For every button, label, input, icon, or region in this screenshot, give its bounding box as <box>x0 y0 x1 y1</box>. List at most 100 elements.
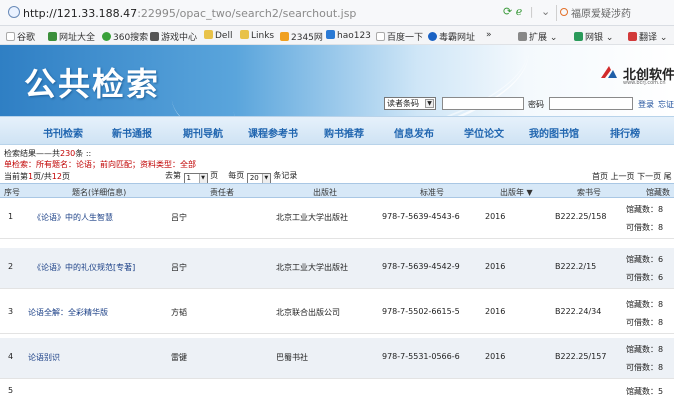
bookmark-games[interactable]: 游戏中心 <box>150 30 197 43</box>
nav-announcements[interactable]: 信息发布 <box>394 125 434 140</box>
site-banner: 公共检索 北创软件 www.bcrj.com.cn 读者条码 ▼ 密码 登录 忘证 <box>0 45 674 116</box>
summary-suffix: 条 :: <box>75 149 92 158</box>
bookmark-360[interactable]: 360搜索 <box>102 30 148 43</box>
bookmark-dell[interactable]: Dell <box>204 30 232 41</box>
nav-journals[interactable]: 期刊导航 <box>183 125 223 140</box>
row-avail: 可借数：6 <box>626 273 664 282</box>
login-type-value: 读者条码 <box>387 99 419 108</box>
refresh-icon[interactable]: ⟳ <box>503 5 512 18</box>
chevron-down-icon: ▼ <box>198 174 207 183</box>
book-title-link[interactable]: 《论语》中的人生智慧 <box>33 212 113 223</box>
tools-divider: | <box>529 5 534 18</box>
bookmark-site-nav[interactable]: 网址大全 <box>48 30 95 43</box>
password-input[interactable] <box>549 97 633 110</box>
col-year[interactable]: 出版年 ▼ <box>500 187 533 198</box>
nav-new-books[interactable]: 新书通报 <box>112 125 152 140</box>
row-no: 5 <box>8 386 14 395</box>
bookmark-label: 360搜索 <box>113 33 149 43</box>
page-icon <box>6 32 15 41</box>
login-link[interactable]: 登录 <box>638 99 654 110</box>
per-page-label: 每页 <box>228 171 245 180</box>
search-engine-icon <box>560 8 568 16</box>
col-author[interactable]: 责任者 <box>210 187 234 198</box>
result-summary: 检索结果——共230条 :: <box>4 148 91 159</box>
row-publisher: 北京工业大学出版社 <box>276 213 348 222</box>
bookmark-baidu[interactable]: 百度一下 <box>376 30 423 43</box>
page-prefix: 当前第 <box>4 172 28 181</box>
bookmark-label: 扩展 <box>529 33 548 43</box>
more-bookmarks-button[interactable]: » <box>486 30 492 40</box>
login-type-select[interactable]: 读者条码 ▼ <box>384 97 436 110</box>
bookmark-label: 网银 <box>585 33 604 43</box>
col-no: 序号 <box>4 188 20 197</box>
page-status: 当前第1页/共12页 <box>4 171 70 182</box>
col-isbn[interactable]: 标准号 <box>420 187 444 198</box>
gamepad-icon <box>150 32 159 41</box>
row-held: 馆藏数：8 <box>626 300 664 309</box>
col-publisher[interactable]: 出版社 <box>313 187 337 198</box>
forgot-link[interactable]: 忘证 <box>658 99 674 110</box>
row-publisher: 北京工业大学出版社 <box>276 263 348 272</box>
result-total: 230 <box>60 149 76 158</box>
translate-icon <box>628 32 637 41</box>
row-isbn: 978-7-5502-6615-5 <box>382 307 460 316</box>
extensions-button[interactable]: 扩展 ⌄ <box>518 30 557 43</box>
url-path: :22995/opac_two/search2/searchout.jsp <box>137 7 357 20</box>
col-title[interactable]: 题名(详细信息) <box>72 187 126 198</box>
row-year: 2016 <box>485 212 506 221</box>
browser-search-box[interactable]: 福原爱疑涉药 <box>556 5 674 21</box>
goto-page-value: 1 <box>186 174 192 182</box>
pager-links[interactable]: 首页 上一页 下一页 尾 <box>592 171 672 182</box>
compat-icon[interactable]: ℯ <box>516 5 523 18</box>
nav-book-search[interactable]: 书刊检索 <box>43 125 83 140</box>
goto-label: 去第 <box>165 171 181 180</box>
password-label: 密码 <box>528 100 544 109</box>
nav-my-library[interactable]: 我的图书馆 <box>529 125 579 140</box>
reader-barcode-input[interactable] <box>442 97 524 110</box>
chevron-down-icon: ▼ <box>425 99 434 108</box>
table-row: 4 论语别识 雷键 巴蜀书社 978-7-5531-0566-6 2016 B2… <box>0 338 674 379</box>
table-row: 2 《论语》中的礼仪规范[专著] 吕宁 北京工业大学出版社 978-7-5639… <box>0 248 674 289</box>
bookmark-links[interactable]: Links <box>240 30 274 41</box>
book-title-link[interactable]: 论语全解：全彩精华版 <box>28 307 108 318</box>
dropdown-chevron-icon[interactable]: ⌄ <box>541 5 550 18</box>
browser-search-text: 福原爱疑涉药 <box>571 9 631 20</box>
bookmark-duba[interactable]: 毒霸网址 <box>428 30 475 43</box>
bookmark-label: 2345网 <box>291 33 323 43</box>
row-year: 2016 <box>485 307 506 316</box>
col-holdings: 馆藏数 <box>646 188 670 197</box>
hao123-icon <box>326 30 335 39</box>
book-title-link[interactable]: 论语别识 <box>28 352 60 363</box>
table-row: 3 论语全解：全彩精华版 方韬 北京联合出版公司 978-7-5502-6615… <box>0 293 674 334</box>
nav-course-books[interactable]: 课程参考书 <box>248 125 298 140</box>
url-host: http://121.33.188.47 <box>23 7 138 20</box>
site-info-icon[interactable] <box>8 6 20 18</box>
bookmark-google[interactable]: 谷歌 <box>6 30 35 43</box>
bookmark-2345[interactable]: 2345网 <box>280 30 323 43</box>
netbank-button[interactable]: 网银 ⌄ <box>574 30 613 43</box>
results-table-header: 序号 题名(详细信息) 责任者 出版社 标准号 出版年 ▼ 索书号 馆藏数 <box>0 183 674 198</box>
per-page-suffix: 条记录 <box>273 171 298 180</box>
row-publisher: 巴蜀书社 <box>276 353 308 362</box>
bookmark-label: 网址大全 <box>59 33 96 43</box>
bookmark-label: Dell <box>215 31 233 41</box>
row-publisher: 北京联合出版公司 <box>276 308 340 317</box>
nav-rankings[interactable]: 排行榜 <box>610 125 640 140</box>
url-field[interactable]: http://121.33.188.47:22995/opac_two/sear… <box>23 7 356 20</box>
sort-desc-icon: ▼ <box>526 188 533 197</box>
row-avail: 可借数：8 <box>626 223 664 232</box>
site-nav-icon <box>48 32 57 41</box>
search-condition: 单检索：所有题名：论语；前向匹配；资料类型：全部 <box>4 160 196 169</box>
table-row: 5 馆藏数：5 <box>0 380 674 404</box>
nav-theses[interactable]: 学位论文 <box>464 125 504 140</box>
translate-button[interactable]: 翻译 ⌄ <box>628 30 667 43</box>
bookmark-hao123[interactable]: hao123 <box>326 30 371 41</box>
row-author: 方韬 <box>171 308 187 317</box>
grid-icon <box>518 32 527 41</box>
nav-purchase-recommend[interactable]: 购书推荐 <box>324 125 364 140</box>
col-callno[interactable]: 索书号 <box>577 187 601 198</box>
book-title-link[interactable]: 《论语》中的礼仪规范[专著] <box>33 262 135 273</box>
bookmark-label: 毒霸网址 <box>439 33 476 43</box>
company-logo-icon <box>601 66 617 78</box>
site-2345-icon <box>280 32 289 41</box>
